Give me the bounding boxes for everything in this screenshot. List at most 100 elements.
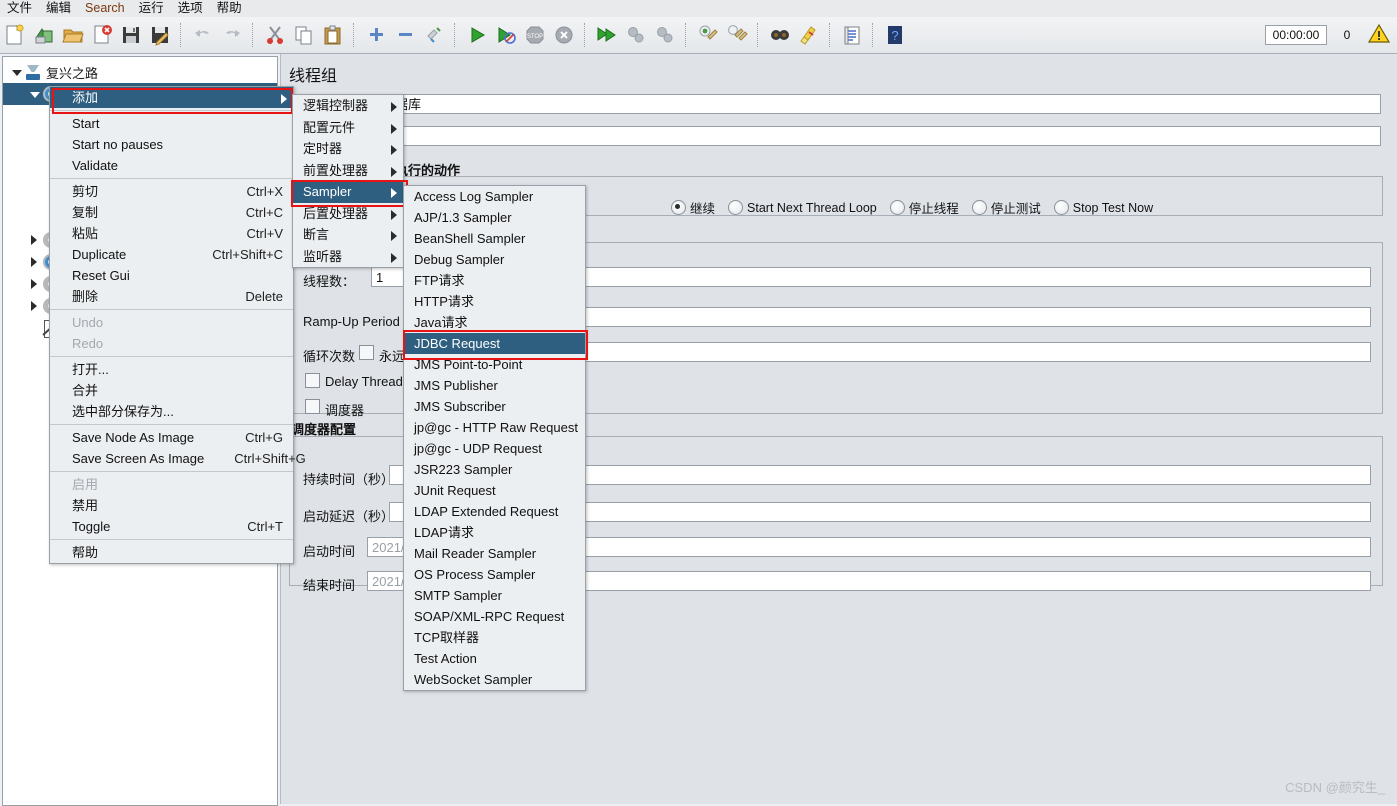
menu-item[interactable]: 选中部分保存为... <box>50 401 293 422</box>
radio-1[interactable] <box>728 200 744 215</box>
menu-item[interactable]: Duplicate Ctrl+Shift+C <box>50 244 293 265</box>
templates-icon[interactable] <box>30 20 57 50</box>
menu-item[interactable]: 删除 Delete <box>50 286 293 307</box>
menu-4[interactable]: 选项 <box>171 0 210 17</box>
menu-item[interactable]: Mail Reader Sampler <box>404 543 585 564</box>
delay-thread-checkbox[interactable] <box>305 373 320 388</box>
sampler-submenu[interactable]: Access Log Sampler AJP/1.3 Sampler BeanShe… <box>403 185 586 691</box>
menu-item[interactable]: Save Node As Image Ctrl+G <box>50 427 293 448</box>
warning-icon[interactable] <box>1367 23 1391 47</box>
radio-0[interactable] <box>671 200 686 215</box>
radio-3[interactable] <box>971 200 987 215</box>
radio-2[interactable] <box>889 200 905 215</box>
expand-icon[interactable] <box>362 20 389 50</box>
clear-all-icon[interactable] <box>723 20 750 50</box>
loops-forever-checkbox[interactable] <box>359 345 374 360</box>
menu-item[interactable]: SMTP Sampler <box>404 585 585 606</box>
search-reset-icon[interactable] <box>795 20 822 50</box>
menu-item[interactable]: 断言 <box>293 224 403 246</box>
search-icon[interactable] <box>766 20 793 50</box>
menu-item[interactable]: Toggle Ctrl+T <box>50 516 293 537</box>
shutdown-remote-icon[interactable] <box>651 20 678 50</box>
radio-4[interactable] <box>1053 200 1069 215</box>
save-as-icon[interactable] <box>146 20 173 50</box>
menu-item[interactable]: jp@gc - HTTP Raw Request <box>404 417 585 438</box>
menu-item[interactable]: 合并 <box>50 380 293 401</box>
chevron-down-icon[interactable] <box>9 61 23 83</box>
menu-item[interactable]: Save Screen As Image Ctrl+Shift+G <box>50 448 306 469</box>
menu-item[interactable]: JDBC Request <box>404 333 585 354</box>
menu-1[interactable]: 编辑 <box>39 0 78 17</box>
stop-remote-icon[interactable] <box>622 20 649 50</box>
start-remote-icon[interactable] <box>593 20 620 50</box>
new-icon[interactable] <box>1 20 28 50</box>
chevron-down-icon[interactable] <box>27 83 41 105</box>
menu-item[interactable]: JUnit Request <box>404 480 585 501</box>
menu-3[interactable]: 运行 <box>132 0 171 17</box>
function-helper-icon[interactable] <box>838 20 865 50</box>
menu-item[interactable]: Reset Gui <box>50 265 293 286</box>
menu-2[interactable]: Search <box>78 0 132 17</box>
save-icon[interactable] <box>117 20 144 50</box>
stop-icon[interactable]: STOP <box>521 20 548 50</box>
menu-item[interactable]: 添加 <box>50 87 293 108</box>
clear-icon[interactable] <box>694 20 721 50</box>
menu-item[interactable]: Start no pauses <box>50 134 293 155</box>
redo-icon[interactable] <box>218 20 245 50</box>
help-icon[interactable]: ? <box>881 20 908 50</box>
error-action-radio-group[interactable]: 继续 Start Next Thread Loop 停止线程 停止测试 Stop Tes… <box>671 198 1166 217</box>
menu-item[interactable]: jp@gc - UDP Request <box>404 438 585 459</box>
menu-item[interactable]: 后置处理器 <box>293 203 403 225</box>
open-icon[interactable] <box>59 20 86 50</box>
menu-item[interactable]: 监听器 <box>293 246 403 268</box>
menu-item[interactable]: 逻辑控制器 <box>293 95 403 117</box>
start-icon[interactable] <box>463 20 490 50</box>
menu-5[interactable]: 帮助 <box>210 0 249 17</box>
menu-item[interactable]: LDAP Extended Request <box>404 501 585 522</box>
menu-item[interactable]: HTTP请求 <box>404 291 585 312</box>
collapse-icon[interactable] <box>391 20 418 50</box>
menu-item[interactable]: 禁用 <box>50 495 293 516</box>
menu-item[interactable]: SOAP/XML-RPC Request <box>404 606 585 627</box>
menu-item[interactable]: Debug Sampler <box>404 249 585 270</box>
menu-item[interactable]: 定时器 <box>293 138 403 160</box>
menu-item[interactable]: FTP请求 <box>404 270 585 291</box>
menu-item[interactable]: Sampler <box>293 181 403 203</box>
close-icon[interactable] <box>88 20 115 50</box>
menu-item[interactable]: AJP/1.3 Sampler <box>404 207 585 228</box>
tree-context-menu[interactable]: 添加 Start Start no pauses Validate 剪切 Ctrl+X 复制… <box>49 86 306 564</box>
name-input[interactable]: 连接数据库 <box>351 94 1381 114</box>
chevron-right-icon[interactable] <box>27 251 41 273</box>
menu-item[interactable]: LDAP请求 <box>404 522 585 543</box>
menu-item[interactable]: 配置元件 <box>293 117 403 139</box>
undo-icon[interactable] <box>189 20 216 50</box>
tree-node[interactable]: 复兴之路 <box>3 61 98 83</box>
menu-item[interactable]: Test Action <box>404 648 585 669</box>
add-submenu[interactable]: 逻辑控制器 配置元件 定时器 前置处理器 Sampler 后置处理器 断言 监听器 <box>292 94 404 268</box>
menu-item[interactable]: OS Process Sampler <box>404 564 585 585</box>
menu-0[interactable]: 文件 <box>0 0 39 17</box>
menu-item[interactable]: Access Log Sampler <box>404 186 585 207</box>
menu-item[interactable]: JMS Subscriber <box>404 396 585 417</box>
start-no-pauses-icon[interactable] <box>492 20 519 50</box>
menu-item[interactable]: JMS Point-to-Point <box>404 354 585 375</box>
cut-icon[interactable] <box>261 20 288 50</box>
menu-item[interactable]: 前置处理器 <box>293 160 403 182</box>
menu-item[interactable]: 复制 Ctrl+C <box>50 202 293 223</box>
chevron-right-icon[interactable] <box>27 229 41 251</box>
menu-item[interactable]: JMS Publisher <box>404 375 585 396</box>
menu-item[interactable]: Validate <box>50 155 293 176</box>
menu-item[interactable]: TCP取样器 <box>404 627 585 648</box>
shutdown-icon[interactable] <box>550 20 577 50</box>
scheduler-checkbox[interactable] <box>305 399 320 414</box>
toggle-icon[interactable] <box>420 20 447 50</box>
menu-item[interactable]: JSR223 Sampler <box>404 459 585 480</box>
menu-item[interactable]: WebSocket Sampler <box>404 669 585 690</box>
menu-item[interactable]: 剪切 Ctrl+X <box>50 181 293 202</box>
menu-item[interactable]: 打开... <box>50 359 293 380</box>
chevron-right-icon[interactable] <box>27 295 41 317</box>
menu-item[interactable]: BeanShell Sampler <box>404 228 585 249</box>
menu-item[interactable]: Java请求 <box>404 312 585 333</box>
menu-item[interactable]: 粘贴 Ctrl+V <box>50 223 293 244</box>
comment-input[interactable] <box>351 126 1381 146</box>
